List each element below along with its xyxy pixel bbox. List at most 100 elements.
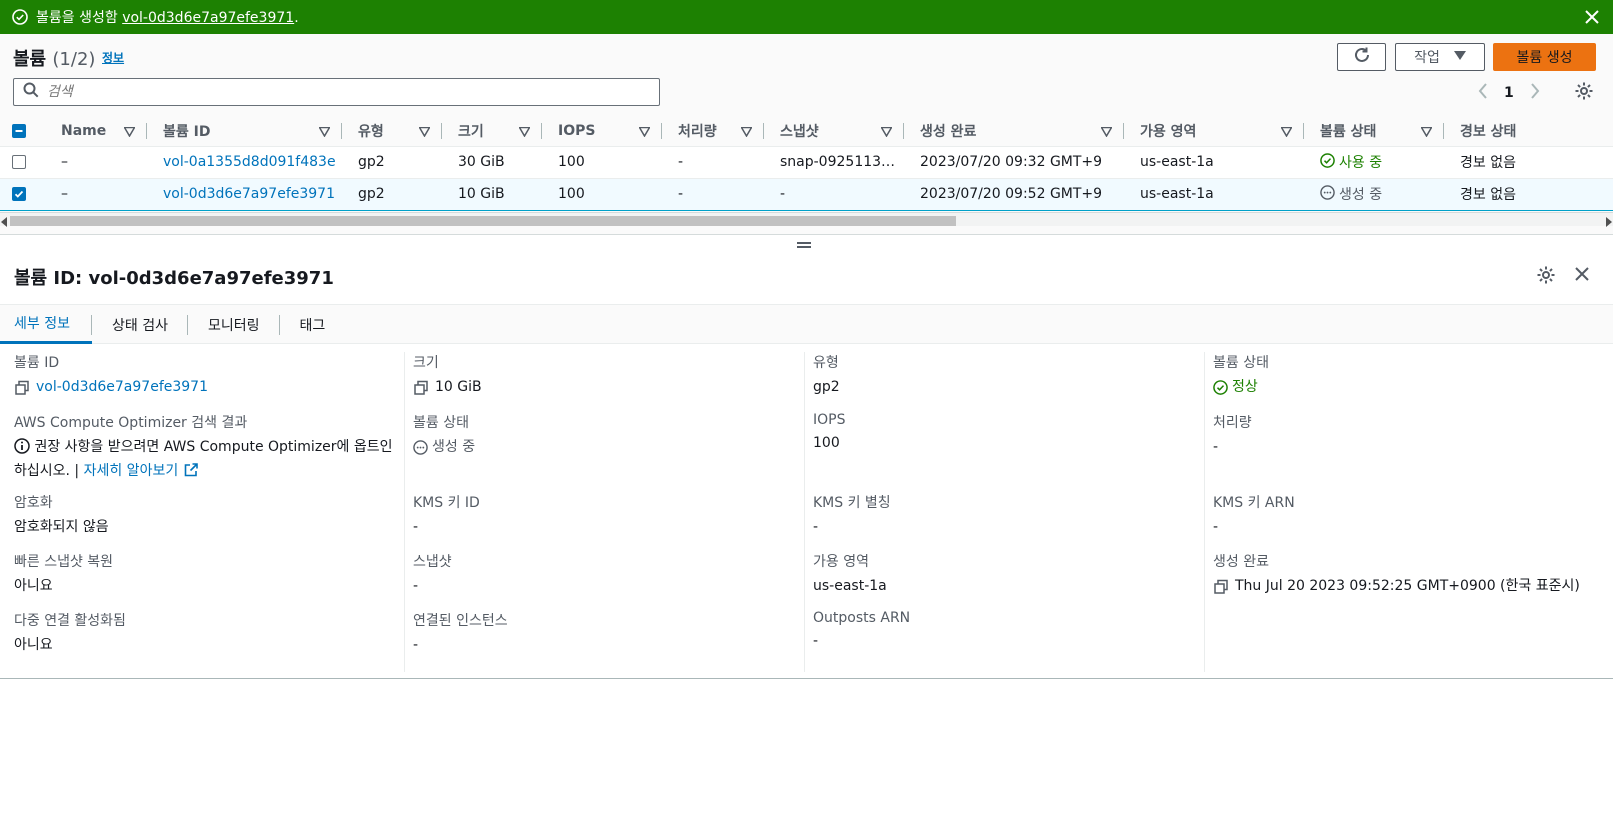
field-volume-status: 볼륨 상태 정상 <box>1213 352 1269 398</box>
field-label: 가용 영역 <box>813 554 869 570</box>
field-label: 생성 완료 <box>1213 554 1269 570</box>
row-select-cell[interactable] <box>0 177 45 211</box>
column-header-az[interactable]: 가용 영역 <box>1124 116 1304 147</box>
sort-icon[interactable] <box>318 125 331 141</box>
tab-status-checks[interactable]: 상태 검사 <box>92 305 188 344</box>
refresh-button[interactable] <box>1337 43 1386 71</box>
close-icon[interactable] <box>1583 8 1601 26</box>
table-row[interactable]: – vol-0d3d6e7a97efe3971 gp2 10 GiB 100 -… <box>0 177 1613 211</box>
flash-message: 볼륨을 생성함 vol-0d3d6e7a97efe3971. <box>36 7 299 27</box>
select-all-checkbox[interactable] <box>12 123 26 138</box>
close-icon[interactable] <box>1573 265 1591 283</box>
volume-id-link[interactable]: vol-0a1355d8d091f483e <box>163 154 336 170</box>
field-label: 처리량 <box>1213 415 1252 431</box>
sort-icon[interactable] <box>638 125 651 141</box>
field-value: 100 <box>813 435 840 451</box>
search-input[interactable] <box>47 84 627 100</box>
sort-icon[interactable] <box>1280 125 1293 141</box>
gear-icon[interactable] <box>1536 265 1556 285</box>
page-number[interactable]: 1 <box>1504 85 1514 101</box>
field-fast-restore: 빠른 스냅샷 복원 아니요 <box>14 551 113 597</box>
column-label: 가용 영역 <box>1140 123 1197 140</box>
sort-icon[interactable] <box>123 125 136 141</box>
column-header-throughput[interactable]: 처리량 <box>662 116 764 147</box>
cell-az: us-east-1a <box>1124 146 1304 179</box>
gear-icon[interactable] <box>1574 81 1594 101</box>
field-value: Thu Jul 20 2023 09:52:25 GMT+0900 (한국 표준… <box>1213 576 1580 597</box>
copy-icon[interactable] <box>1213 579 1229 595</box>
cell-iops: 100 <box>542 146 662 179</box>
copy-icon[interactable] <box>14 380 30 396</box>
scroll-right-icon[interactable] <box>1604 215 1612 231</box>
field-label: 스냅샷 <box>413 554 452 570</box>
column-label: 생성 완료 <box>920 123 977 140</box>
field-value: - <box>1213 439 1219 455</box>
column-header-alarm[interactable]: 경보 상태 <box>1444 116 1613 147</box>
scroll-left-icon[interactable] <box>1 215 9 231</box>
row-checkbox[interactable] <box>12 187 26 201</box>
field-attached-instances: 연결된 인스턴스 - <box>413 610 508 656</box>
details-column-3: 유형 gp2 IOPS 100 KMS 키 별칭 - 가용 영역 us-east… <box>799 352 1205 672</box>
flash-volume-link[interactable]: vol-0d3d6e7a97efe3971 <box>122 10 294 26</box>
column-header-iops[interactable]: IOPS <box>542 116 662 147</box>
volumes-table: Name 볼륨 ID 유형 크기 IOPS 처리량 스냅샷 생성 완료 가용 영… <box>0 116 1613 211</box>
field-kms-key-arn: KMS 키 ARN - <box>1213 492 1295 538</box>
column-label: 유형 <box>358 123 384 140</box>
detail-title: 볼륨 ID: vol-0d3d6e7a97efe3971 <box>14 268 334 289</box>
pending-icon <box>1320 184 1335 204</box>
learn-more-link[interactable]: 자세히 알아보기 <box>84 463 199 479</box>
field-encryption: 암호화 암호화되지 않음 <box>14 492 109 538</box>
volume-state-value: 생성 중 <box>432 439 476 455</box>
tab-monitoring[interactable]: 모니터링 <box>188 305 280 344</box>
cell-throughput: - <box>662 146 764 179</box>
scrollbar-thumb[interactable] <box>10 216 956 226</box>
row-checkbox[interactable] <box>12 155 26 169</box>
table-row[interactable]: – vol-0a1355d8d091f483e gp2 30 GiB 100 -… <box>0 146 1613 179</box>
volume-id-link[interactable]: vol-0d3d6e7a97efe3971 <box>36 377 208 398</box>
tab-tags[interactable]: 태그 <box>280 305 346 344</box>
tab-label: 상태 검사 <box>111 317 168 334</box>
sort-icon[interactable] <box>418 125 431 141</box>
select-all-header[interactable] <box>0 116 45 147</box>
actions-button[interactable]: 작업 <box>1395 43 1485 71</box>
cell-state: 생성 중 <box>1304 177 1444 211</box>
column-header-type[interactable]: 유형 <box>342 116 442 147</box>
horizontal-scrollbar[interactable] <box>0 212 1613 227</box>
copy-icon[interactable] <box>413 380 429 396</box>
column-header-state[interactable]: 볼륨 상태 <box>1304 116 1444 147</box>
field-value: - <box>413 578 419 594</box>
search-field[interactable] <box>13 78 660 106</box>
sort-icon[interactable] <box>1100 125 1113 141</box>
field-label: 빠른 스냅샷 복원 <box>14 554 114 570</box>
field-label: 크기 <box>413 355 439 371</box>
cell-created: 2023/07/20 09:32 GMT+9 <box>904 146 1124 179</box>
list-title-text: 볼륨 <box>13 49 47 70</box>
sort-icon[interactable] <box>880 125 893 141</box>
optimizer-text: 권장 사항을 받으려면 AWS Compute Optimizer에 옵트인하십… <box>14 439 393 479</box>
row-select-cell[interactable] <box>0 146 45 179</box>
column-header-name[interactable]: Name <box>45 116 147 147</box>
learn-more-label: 자세히 알아보기 <box>83 463 179 479</box>
sort-icon[interactable] <box>518 125 531 141</box>
chevron-right-icon[interactable] <box>1530 83 1540 103</box>
split-panel-resize-bar[interactable] <box>0 234 1613 248</box>
info-link[interactable]: 정보 <box>102 49 124 66</box>
cell-type: gp2 <box>342 146 442 179</box>
sort-icon[interactable] <box>740 125 753 141</box>
drag-handle-icon[interactable] <box>797 242 811 248</box>
chevron-left-icon[interactable] <box>1478 83 1488 103</box>
sort-icon[interactable] <box>1420 125 1433 141</box>
column-label: Name <box>61 122 107 139</box>
column-header-volume-id[interactable]: 볼륨 ID <box>147 116 342 147</box>
column-header-snapshot[interactable]: 스냅샷 <box>764 116 904 147</box>
tab-details[interactable]: 세부 정보 <box>0 305 92 344</box>
field-value: - <box>813 519 819 535</box>
field-label: Outposts ARN <box>813 610 911 626</box>
cell-size: 10 GiB <box>442 177 542 211</box>
refresh-icon <box>1353 46 1371 68</box>
info-icon <box>14 438 30 461</box>
column-header-created[interactable]: 생성 완료 <box>904 116 1124 147</box>
create-volume-button[interactable]: 볼륨 생성 <box>1493 43 1596 71</box>
column-header-size[interactable]: 크기 <box>442 116 542 147</box>
volume-id-link[interactable]: vol-0d3d6e7a97efe3971 <box>163 186 335 202</box>
